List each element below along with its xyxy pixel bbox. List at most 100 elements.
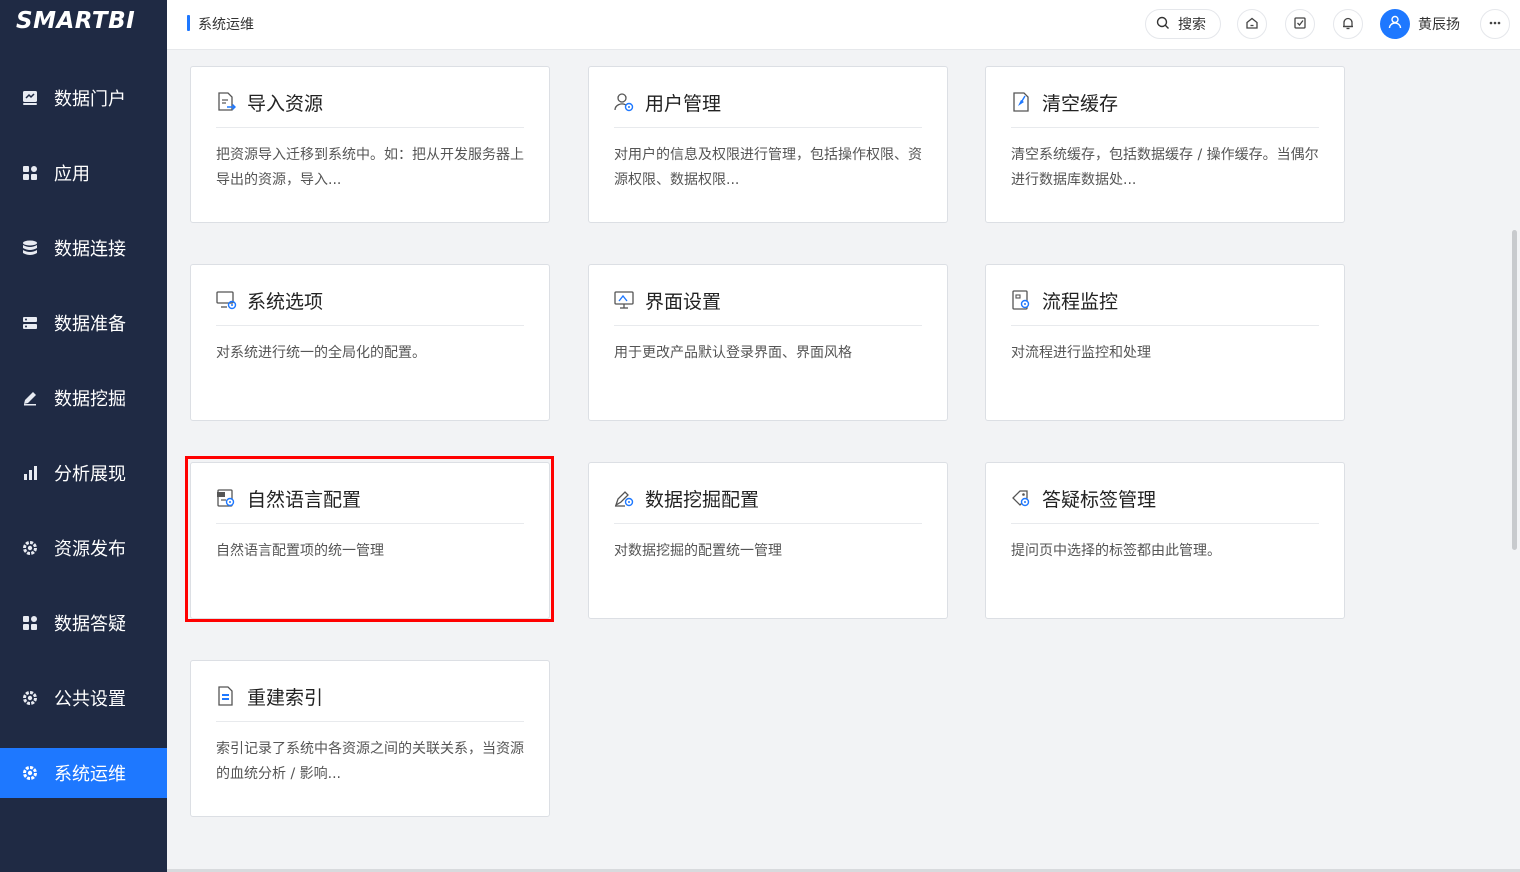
sidebar-item-label: 系统运维 (54, 764, 126, 785)
brand-logo: SMARTBI (16, 8, 136, 34)
card-divider (614, 127, 922, 128)
card-description: 自然语言配置项的统一管理 (216, 543, 384, 559)
sidebar-item-label: 资源发布 (54, 539, 126, 560)
sidebar: SMARTBI 数据门户 应用 数据连接 数据准备 数据挖掘 分析展现 资源发布… (0, 0, 167, 872)
server-icon (20, 313, 40, 333)
card-title: 导入资源 (247, 93, 324, 115)
sidebar-item-label: 数据准备 (54, 314, 126, 335)
user-settings-icon (613, 91, 635, 113)
more-button[interactable] (1480, 9, 1510, 39)
bar-chart-icon (20, 463, 40, 483)
card-description: 对流程进行监控和处理 (1011, 345, 1151, 361)
card-divider (614, 523, 922, 524)
card-divider (614, 325, 922, 326)
home-button[interactable] (1237, 9, 1267, 39)
gear-icon (20, 763, 40, 783)
home-icon (1245, 15, 1259, 34)
card-divider (216, 127, 524, 128)
search-button[interactable]: 搜索 (1145, 9, 1221, 39)
more-dots-icon (1488, 15, 1502, 34)
card-user-management[interactable]: 用户管理 对用户的信息及权限进行管理，包括操作权限、资源权限、数据权限... (588, 66, 948, 223)
tasks-button[interactable] (1285, 9, 1315, 39)
card-import-resource[interactable]: 导入资源 把资源导入迁移到系统中。如：把从开发服务器上导出的资源，导入... (190, 66, 550, 223)
card-title: 数据挖掘配置 (645, 489, 760, 511)
card-system-options[interactable]: 系统选项 对系统进行统一的全局化的配置。 (190, 264, 550, 421)
sidebar-item-public-settings[interactable]: 公共设置 (0, 673, 167, 723)
card-qa-tag-management[interactable]: 答疑标签管理 提问页中选择的标签都由此管理。 (985, 462, 1345, 619)
apps-icon (20, 163, 40, 183)
card-title: 答疑标签管理 (1042, 489, 1157, 511)
avatar[interactable] (1380, 9, 1410, 39)
tag-icon (1010, 487, 1032, 509)
gear-icon (20, 688, 40, 708)
sidebar-item-label: 数据挖掘 (54, 389, 126, 410)
sidebar-item-label: 应用 (54, 164, 90, 185)
clear-cache-icon (1010, 91, 1032, 113)
index-doc-icon (215, 685, 237, 707)
sidebar-item-label: 数据门户 (54, 89, 126, 110)
display-icon (613, 289, 635, 311)
sidebar-item-analysis[interactable]: 分析展现 (0, 448, 167, 498)
notifications-button[interactable] (1333, 9, 1363, 39)
import-icon (215, 91, 237, 113)
card-flow-monitor[interactable]: 流程监控 对流程进行监控和处理 (985, 264, 1345, 421)
search-label: 搜索 (1178, 17, 1206, 33)
username[interactable]: 黄辰扬 (1418, 14, 1460, 34)
card-description: 索引记录了系统中各资源之间的关联关系，当资源的血统分析 / 影响... (216, 741, 524, 782)
apps-icon (20, 613, 40, 633)
user-icon (1387, 14, 1403, 34)
card-title: 清空缓存 (1042, 93, 1119, 115)
card-title: 用户管理 (645, 93, 722, 115)
card-title: 界面设置 (645, 291, 722, 313)
sidebar-item-data-connection[interactable]: 数据连接 (0, 223, 167, 273)
pencil-icon (20, 388, 40, 408)
sidebar-item-system-ops[interactable]: 系统运维 (0, 748, 167, 798)
gear-icon (20, 538, 40, 558)
title-marker (187, 15, 190, 31)
nlp-config-icon (215, 487, 237, 509)
mining-config-icon (613, 487, 635, 509)
card-title: 流程监控 (1042, 291, 1119, 313)
card-mining-config[interactable]: 数据挖掘配置 对数据挖掘的配置统一管理 (588, 462, 948, 619)
card-description: 对系统进行统一的全局化的配置。 (216, 345, 426, 361)
card-description: 对数据挖掘的配置统一管理 (614, 543, 782, 559)
card-divider (216, 325, 524, 326)
sidebar-item-label: 公共设置 (54, 689, 126, 710)
card-title: 系统选项 (247, 291, 324, 313)
card-title: 重建索引 (247, 687, 324, 709)
sidebar-item-publish[interactable]: 资源发布 (0, 523, 167, 573)
card-title: 自然语言配置 (247, 489, 362, 511)
card-description: 对用户的信息及权限进行管理，包括操作权限、资源权限、数据权限... (614, 147, 922, 188)
card-divider (1011, 127, 1319, 128)
card-description: 清空系统缓存，包括数据缓存 / 操作缓存。当偶尔进行数据库数据处... (1011, 147, 1319, 188)
card-divider (216, 523, 524, 524)
sidebar-item-data-mining[interactable]: 数据挖掘 (0, 373, 167, 423)
sidebar-item-data-portal[interactable]: 数据门户 (0, 73, 167, 123)
database-icon (20, 238, 40, 258)
sidebar-item-apps[interactable]: 应用 (0, 148, 167, 198)
bell-icon (1341, 15, 1355, 34)
card-interface-settings[interactable]: 界面设置 用于更改产品默认登录界面、界面风格 (588, 264, 948, 421)
flow-monitor-icon (1010, 289, 1032, 311)
sidebar-item-label: 数据连接 (54, 239, 126, 260)
card-description: 提问页中选择的标签都由此管理。 (1011, 543, 1221, 559)
card-rebuild-index[interactable]: 重建索引 索引记录了系统中各资源之间的关联关系，当资源的血统分析 / 影响... (190, 660, 550, 817)
sidebar-item-label: 分析展现 (54, 464, 126, 485)
top-header: 系统运维 搜索 黄辰扬 (167, 0, 1520, 50)
card-divider (1011, 325, 1319, 326)
scrollbar[interactable] (1512, 230, 1517, 550)
card-description: 把资源导入迁移到系统中。如：把从开发服务器上导出的资源，导入... (216, 147, 524, 188)
search-icon (1156, 15, 1170, 34)
task-check-icon (1293, 15, 1307, 34)
sidebar-item-data-prep[interactable]: 数据准备 (0, 298, 167, 348)
portal-icon (20, 88, 40, 108)
card-nlp-config[interactable]: 自然语言配置 自然语言配置项的统一管理 (190, 462, 550, 619)
sidebar-item-label: 数据答疑 (54, 614, 126, 635)
card-description: 用于更改产品默认登录界面、界面风格 (614, 345, 852, 361)
card-clear-cache[interactable]: 清空缓存 清空系统缓存，包括数据缓存 / 操作缓存。当偶尔进行数据库数据处... (985, 66, 1345, 223)
card-divider (216, 721, 524, 722)
page-title: 系统运维 (198, 17, 254, 33)
monitor-gear-icon (215, 289, 237, 311)
sidebar-item-qa[interactable]: 数据答疑 (0, 598, 167, 648)
card-divider (1011, 523, 1319, 524)
